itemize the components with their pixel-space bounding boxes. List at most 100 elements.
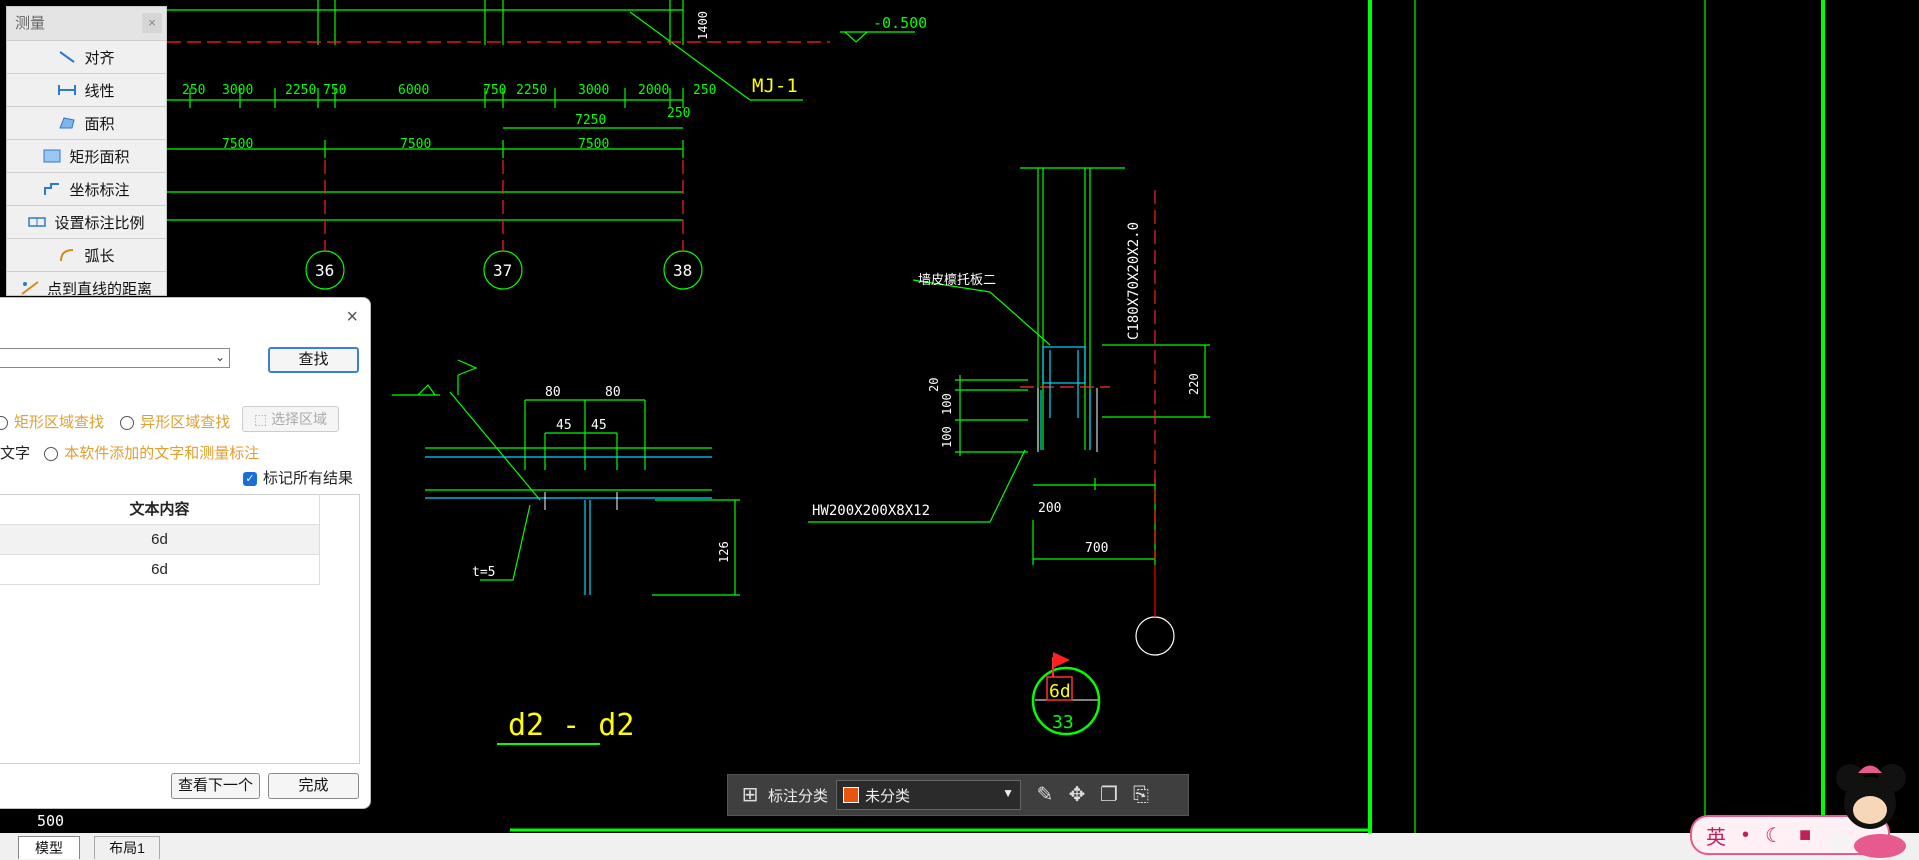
result-row[interactable]: 6d [0, 555, 320, 585]
dim-text: 3000 [578, 83, 609, 98]
dim-text: 7250 [575, 113, 606, 128]
measure-item-label: 设置标注比例 [54, 214, 145, 232]
linear-dimension-icon [58, 85, 77, 95]
measure-scale-button[interactable]: 设置标注比例 [7, 205, 166, 238]
aligned-dimension-icon [59, 51, 76, 63]
moon-icon[interactable]: ☾ [1765, 823, 1783, 848]
dim-text: 250 [182, 83, 205, 98]
measure-linear-button[interactable]: 线性 [7, 73, 166, 106]
mascot-image [1830, 764, 1906, 858]
dim-text: 220 [1187, 373, 1201, 395]
mark-all-checkbox[interactable]: ✓ 标记所有结果 [243, 467, 353, 488]
dim-text: 750 [483, 83, 506, 98]
measure-panel-close-button[interactable]: × [142, 13, 162, 33]
ime-language[interactable]: 英 [1706, 821, 1726, 850]
region-options: 矩形区域查找 异形区域查找 [0, 411, 230, 432]
measure-coordinate-button[interactable]: 坐标标注 [7, 172, 166, 205]
measure-panel-title: 测量 [15, 15, 46, 32]
scale-icon [28, 217, 47, 227]
point-line-distance-icon [21, 281, 39, 295]
dim-text: 20 [927, 378, 941, 392]
shirt-icon[interactable]: ■ [1799, 824, 1811, 847]
rect-region-radio[interactable] [0, 416, 8, 431]
punctuation-icon[interactable]: • [1742, 824, 1749, 847]
move-icon[interactable]: ✥ [1063, 781, 1091, 809]
mj-label: MJ-1 [752, 75, 798, 97]
grid-icon[interactable]: ⊞ [736, 781, 764, 809]
area-icon [59, 117, 76, 129]
dim-text: 100 [940, 393, 954, 415]
dim-text: 750 [323, 83, 346, 98]
dim-text: 45 [556, 418, 572, 433]
measure-item-label: 面积 [84, 115, 115, 133]
find-button[interactable]: 查找 [268, 347, 359, 373]
dim-text: 2000 [638, 83, 669, 98]
dim-text: 100 [940, 426, 954, 448]
hw-label: HW200X200X8X12 [812, 503, 930, 519]
dim-text: 80 [605, 385, 621, 400]
software-text-label[interactable]: 本软件添加的文字和测量标注 [64, 445, 259, 462]
plate-label: 墙皮檩托板二 [918, 273, 996, 288]
measure-point-line-button[interactable]: 点到直线的距离 [7, 271, 166, 295]
view-next-button[interactable]: 查看下一个 [171, 773, 260, 799]
scale-readout: 500 [37, 812, 65, 830]
axis-36: 36 [315, 261, 334, 280]
measure-area-button[interactable]: 面积 [7, 106, 166, 139]
marker-text-top: 6d [1049, 681, 1071, 702]
text-option-label[interactable]: 文字 [0, 445, 30, 462]
dim-text: 6000 [398, 83, 429, 98]
section-title: d2 - d2 [508, 708, 634, 743]
edit-icon[interactable]: ✎ [1031, 781, 1059, 809]
results-table-header: 文本内容 [0, 495, 320, 525]
category-label: 标注分类 [768, 787, 829, 805]
tab-model[interactable]: 模型 [18, 836, 80, 859]
category-select[interactable]: 未分类 ▼ [836, 780, 1022, 810]
category-color-swatch [843, 787, 860, 803]
dim-text: 80 [545, 385, 561, 400]
select-region-button[interactable]: ⬚ 选择区域 [242, 406, 339, 432]
measure-rect-area-button[interactable]: 矩形面积 [7, 139, 166, 172]
measure-arc-length-button[interactable]: 弧长 [7, 238, 166, 271]
paste-icon[interactable]: ⎘ [1127, 781, 1155, 809]
measure-item-label: 矩形面积 [69, 148, 130, 166]
measure-item-label: 对齐 [84, 49, 115, 67]
result-row[interactable]: 6d [0, 525, 320, 555]
annotation-toolbar: ⊞ 标注分类 未分类 ▼ ✎ ✥ ❐ ⎘ [727, 774, 1189, 816]
copy-icon[interactable]: ❐ [1095, 781, 1123, 809]
dim-text: 200 [1038, 501, 1061, 516]
category-value: 未分类 [865, 787, 911, 805]
plate-thickness-label: t=5 [472, 565, 495, 580]
find-text-combobox[interactable]: ⌄ [0, 348, 230, 368]
software-text-radio[interactable] [44, 447, 59, 462]
select-region-icon: ⬚ [253, 411, 268, 427]
dim-text: 1400 [696, 11, 710, 40]
find-dialog-close-button[interactable]: × [346, 306, 358, 329]
done-button[interactable]: 完成 [268, 773, 359, 799]
dim-text: 250 [693, 83, 716, 98]
shape-region-label[interactable]: 异形区域查找 [140, 414, 230, 431]
coordinate-icon [44, 183, 60, 195]
level-text: -0.500 [873, 14, 927, 32]
shape-region-radio[interactable] [120, 416, 135, 431]
rect-area-icon [43, 149, 61, 163]
measure-item-label: 坐标标注 [69, 181, 130, 199]
axis-37: 37 [493, 261, 512, 280]
dim-text: 3000 [222, 83, 253, 98]
checkmark-icon: ✓ [243, 472, 257, 487]
tab-layout1[interactable]: 布局1 [94, 836, 160, 859]
mark-all-label: 标记所有结果 [263, 470, 354, 487]
measure-item-label: 线性 [84, 82, 115, 100]
select-region-label: 选择区域 [271, 411, 328, 427]
measure-aligned-button[interactable]: 对齐 [7, 40, 166, 73]
dim-text: 250 [667, 106, 690, 121]
dim-text: 45 [591, 418, 607, 433]
dim-text: 126 [717, 541, 731, 563]
dim-text: 700 [1085, 541, 1108, 556]
rect-region-label[interactable]: 矩形区域查找 [14, 414, 104, 431]
dim-text: 7500 [222, 137, 253, 152]
chevron-down-icon: ⌄ [214, 350, 225, 364]
dim-text: 7500 [578, 137, 609, 152]
marker-text-bottom: 33 [1052, 712, 1074, 733]
arc-length-icon [60, 249, 74, 262]
dim-text: 7500 [400, 137, 431, 152]
